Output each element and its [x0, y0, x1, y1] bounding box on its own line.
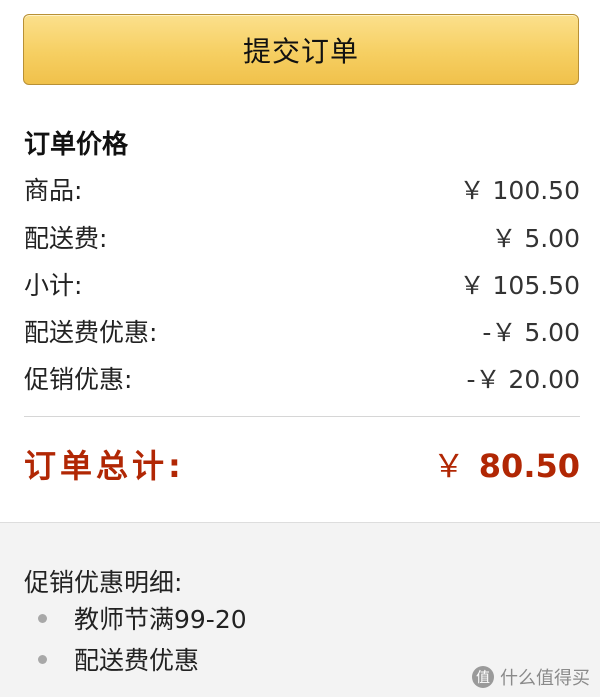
price-value: -￥ 20.00 — [466, 365, 580, 394]
divider — [24, 416, 580, 417]
currency-symbol: ￥ — [432, 447, 465, 485]
order-total-amount: 80.50 — [478, 447, 580, 485]
bullet-icon — [38, 654, 47, 664]
watermark: 值 什么值得买 — [472, 664, 590, 690]
price-row-shipping-discount: 配送费优惠: -￥ 5.00 — [24, 311, 580, 351]
price-row-items: 商品: ￥ 100.50 — [24, 169, 580, 209]
bullet-icon — [38, 613, 47, 623]
price-label: 促销优惠: — [24, 365, 133, 394]
order-total-value: ￥ 80.50 — [433, 441, 580, 487]
promo-item-label: 教师节满99-20 — [74, 605, 247, 634]
price-value: ￥ 5.00 — [491, 224, 580, 253]
price-label: 小计: — [24, 271, 83, 300]
order-price-title: 订单价格 — [24, 130, 129, 160]
promo-item-label: 配送费优惠 — [74, 646, 200, 675]
price-label: 配送费优惠: — [24, 318, 158, 347]
order-total-row: 订单总计: ￥ 80.50 — [24, 436, 580, 492]
price-row-subtotal: 小计: ￥ 105.50 — [24, 264, 580, 304]
price-value: -￥ 5.00 — [482, 318, 580, 347]
submit-order-button[interactable]: 提交订单 — [23, 14, 579, 85]
watermark-logo-icon: 值 — [472, 666, 494, 688]
price-label: 配送费: — [24, 224, 108, 253]
price-value: ￥ 100.50 — [459, 176, 580, 205]
price-row-shipping: 配送费: ￥ 5.00 — [24, 217, 580, 257]
list-item: 配送费优惠 — [38, 641, 199, 677]
order-total-label: 订单总计: — [24, 447, 185, 485]
watermark-text: 什么值得买 — [500, 668, 590, 689]
order-summary-panel: 提交订单 订单价格 商品: ￥ 100.50 配送费: ￥ 5.00 小计: ￥… — [0, 0, 600, 522]
price-value: ￥ 105.50 — [459, 271, 580, 300]
list-item: 教师节满99-20 — [38, 600, 247, 636]
price-row-promo-discount: 促销优惠: -￥ 20.00 — [24, 358, 580, 398]
price-label: 商品: — [24, 176, 83, 205]
promo-details-title: 促销优惠明细: — [24, 568, 183, 597]
